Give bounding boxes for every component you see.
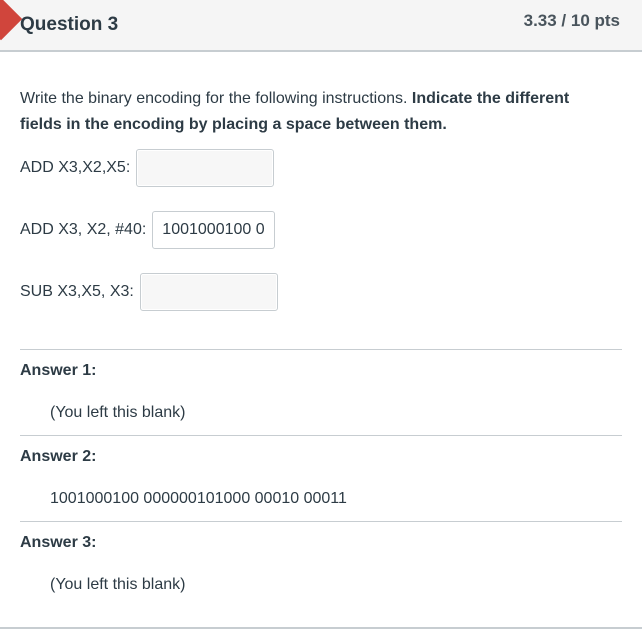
flag-icon[interactable] — [0, 0, 23, 41]
blank-label-2: ADD X3, X2, #40: — [20, 221, 147, 238]
answer-label-1: Answer 1: — [20, 362, 97, 379]
question-points: 3.33 / 10 pts — [523, 11, 620, 30]
blank-label-3: SUB X3,X5, X3: — [20, 283, 134, 300]
answer-text-1: (You left this blank) — [50, 404, 186, 421]
blank-row-1: ADD X3,X2,X5: — [20, 148, 275, 188]
answer-text-3: (You left this blank) — [50, 576, 186, 593]
answer-divider-3 — [20, 521, 622, 522]
blank-row-3: SUB X3,X5, X3: — [20, 272, 278, 312]
prompt-text: Write the binary encoding for the follow… — [20, 90, 412, 107]
answer-divider-1 — [20, 349, 622, 350]
blank-label-1: ADD X3,X2,X5: — [20, 159, 131, 176]
blank-row-2: ADD X3, X2, #40: 1001000100 0 — [20, 210, 275, 250]
question-title: Question 3 — [20, 14, 119, 35]
question-header: Question 3 3.33 / 10 pts — [0, 0, 642, 52]
answer-blank-2[interactable]: 1001000100 0 — [152, 211, 275, 249]
answer-text-2: 1001000100 000000101000 00010 00011 — [50, 490, 347, 507]
answer-label-3: Answer 3: — [20, 534, 97, 551]
answer-label-2: Answer 2: — [20, 448, 97, 465]
question-bottom-border — [0, 627, 642, 629]
answer-divider-2 — [20, 435, 622, 436]
question-prompt: Write the binary encoding for the follow… — [20, 86, 580, 138]
answer-blank-3[interactable] — [139, 273, 278, 311]
answer-blank-1[interactable] — [136, 149, 275, 187]
